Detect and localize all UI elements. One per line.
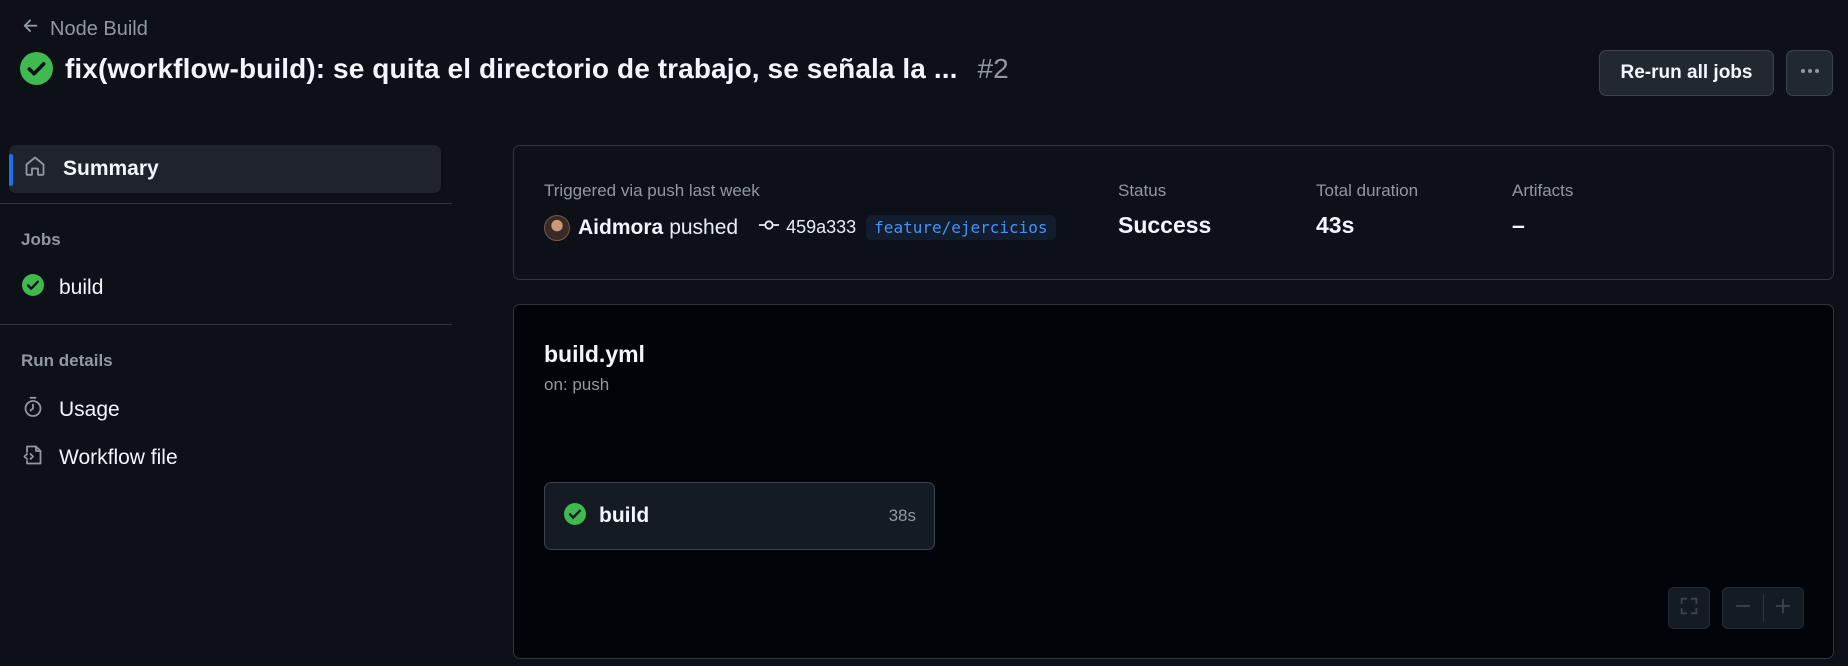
commit-sha: 459a333 [786, 217, 857, 237]
zoom-controls [1722, 587, 1804, 629]
stopwatch-icon [21, 395, 45, 425]
fullscreen-button[interactable] [1668, 587, 1710, 629]
more-options-button[interactable] [1786, 50, 1833, 96]
status-value: Success [1118, 212, 1212, 238]
branch-label[interactable]: feature/ejercicios [866, 215, 1056, 240]
workflow-graph: build.yml on: push build 38s [513, 304, 1834, 659]
zoom-out-button[interactable] [1723, 595, 1763, 622]
sidebar-divider [0, 203, 452, 204]
run-number: #2 [977, 52, 1009, 84]
duration-stat: Total duration 43s [1316, 181, 1418, 239]
workflow-file-name: build.yml [544, 341, 645, 367]
sidebar-item-label: Workflow file [59, 446, 178, 469]
status-label: Status [1118, 181, 1167, 200]
run-title: fix(workflow-build): se quita el directo… [65, 52, 958, 84]
sidebar-item-label: build [59, 276, 104, 299]
status-stat: Status Success [1118, 181, 1211, 239]
run-summary-card: Triggered via push last week Aidmora pus… [513, 145, 1834, 280]
arrow-left-icon [21, 16, 41, 42]
push-action-text: pushed [669, 215, 739, 239]
check-circle-fill-icon [21, 273, 45, 303]
avatar[interactable] [544, 214, 570, 241]
sidebar-item-workflow-file[interactable]: Workflow file [9, 437, 441, 479]
jobs-section-heading: Jobs [21, 230, 61, 249]
sidebar-divider [0, 324, 452, 325]
check-circle-fill-icon [20, 52, 53, 85]
artifacts-value: – [1512, 212, 1525, 238]
kebab-horizontal-icon [1798, 59, 1822, 88]
sidebar-item-label: Summary [63, 157, 159, 180]
rerun-all-jobs-button[interactable]: Re-run all jobs [1599, 50, 1774, 96]
sidebar-item-build[interactable]: build [9, 267, 441, 309]
commit-link[interactable]: 459a333 [758, 214, 856, 241]
trigger-description: Triggered via push last week [544, 181, 760, 200]
author-link[interactable]: Aidmora [578, 216, 663, 240]
active-indicator [9, 154, 13, 186]
duration-value: 43s [1316, 212, 1355, 238]
sidebar-item-summary[interactable]: Summary [9, 145, 441, 193]
run-title-row: fix(workflow-build): se quita el directo… [20, 52, 1009, 85]
zoom-in-button[interactable] [1763, 595, 1803, 622]
home-icon [23, 154, 47, 184]
dash-icon [1732, 595, 1754, 622]
back-link-label[interactable]: Node Build [50, 18, 148, 41]
workflow-trigger: on: push [544, 375, 610, 394]
job-duration: 38s [888, 506, 916, 525]
git-commit-icon [758, 214, 780, 241]
artifacts-stat: Artifacts – [1512, 181, 1573, 239]
sidebar-item-usage[interactable]: Usage [9, 389, 441, 431]
plus-icon [1772, 595, 1794, 622]
sidebar-item-label: Usage [59, 398, 120, 421]
check-circle-fill-icon [563, 502, 587, 531]
artifacts-label: Artifacts [1512, 181, 1574, 200]
duration-label: Total duration [1316, 181, 1419, 200]
file-code-icon [21, 443, 45, 473]
push-info: Aidmora pushed 459a333 feature/ejercicio… [544, 214, 1056, 241]
job-node-build[interactable]: build 38s [544, 482, 935, 550]
job-name: build [599, 504, 650, 527]
back-link[interactable]: Node Build [21, 16, 148, 42]
screen-full-icon [1678, 595, 1700, 622]
run-details-section-heading: Run details [21, 351, 113, 370]
